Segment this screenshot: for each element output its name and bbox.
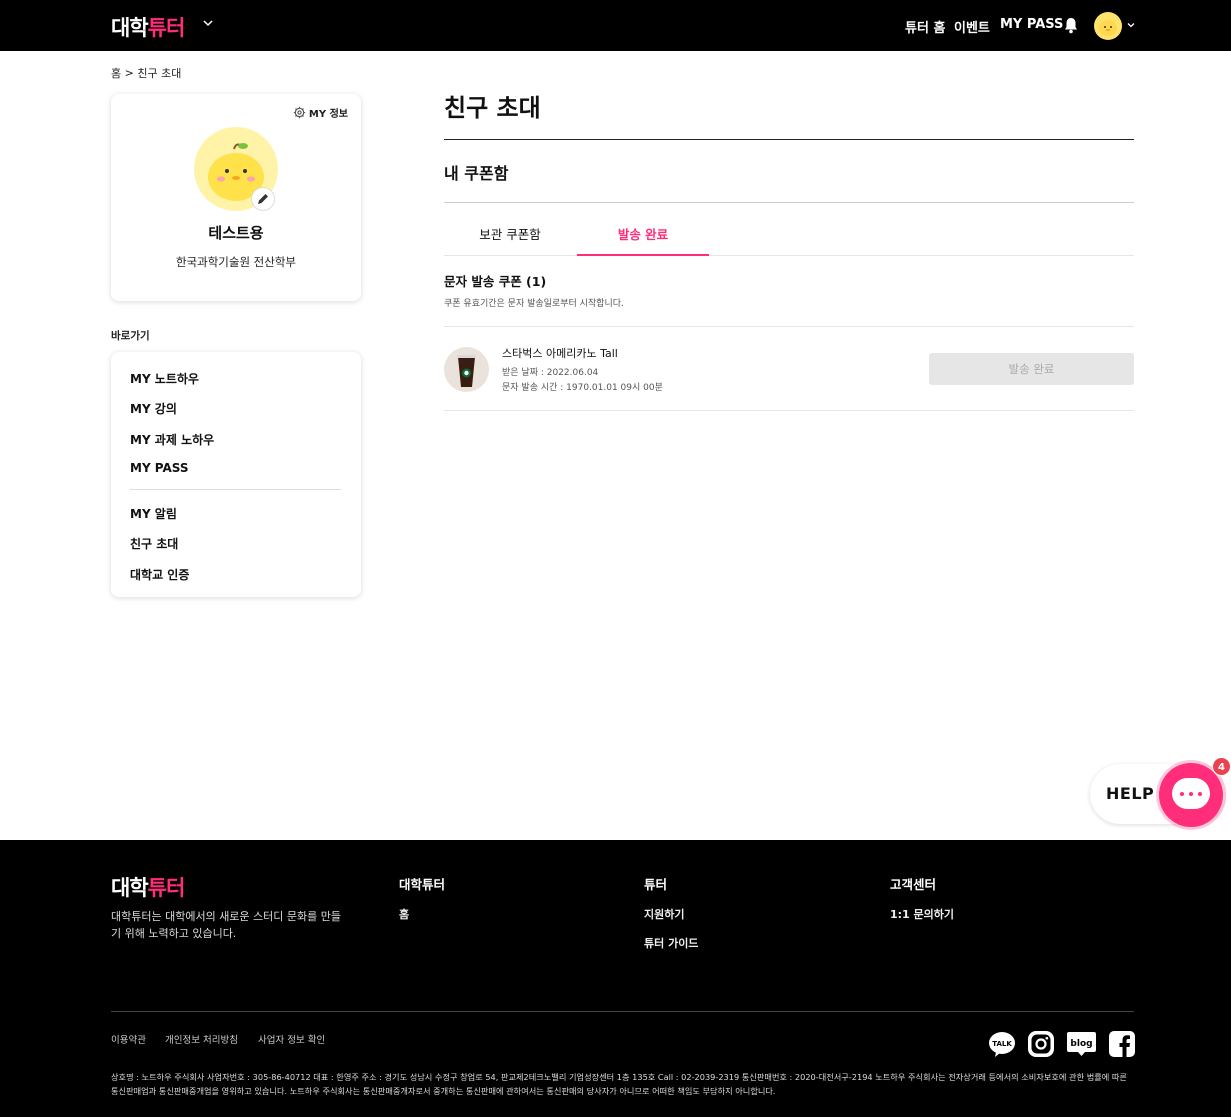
svg-text:TALK: TALK [992, 1040, 1012, 1048]
tab-sent-complete[interactable]: 발송 완료 [577, 224, 709, 243]
tab-divider [444, 255, 1134, 256]
page-title: 친구 초대 [444, 94, 541, 122]
subtitle-divider [444, 202, 1134, 203]
svg-text:blog: blog [1070, 1039, 1092, 1049]
coupon-image [444, 347, 489, 392]
company-info: 상호명 : 노트하우 주식회사 사업자번호 : 305-86-40712 대표 … [111, 1072, 1127, 1096]
menu-item-my-lecture[interactable]: MY 강의 [130, 400, 177, 417]
nav-tutor-home[interactable]: 튜터 홈 [905, 17, 945, 36]
section-title: 문자 발송 쿠폰 (1) [444, 274, 547, 289]
breadcrumb-current: 친구 초대 [137, 67, 182, 80]
shortcut-heading: 바로가기 [111, 330, 150, 342]
coupon-name: 스타벅스 아메리카노 Tall [502, 347, 618, 360]
footer-link-tutor-guide[interactable]: 튜터 가이드 [644, 935, 698, 951]
title-divider [444, 139, 1134, 140]
coupon-sent-time: 문자 발송 시간 : 1970.01.01 09시 00분 [502, 383, 663, 393]
footer-link-inquiry[interactable]: 1:1 문의하기 [890, 906, 954, 922]
footer-divider [111, 1011, 1134, 1012]
profile-name: 테스트용 [208, 224, 264, 242]
breadcrumb: 홈 > 친구 초대 [111, 65, 181, 81]
active-tab-indicator [577, 254, 709, 256]
menu-item-my-notehow[interactable]: MY 노트하우 [130, 370, 199, 387]
kakaotalk-icon[interactable]: TALK [988, 1030, 1016, 1058]
profile-card: MY 정보 테스트용 한국과학기술원 전산학부 [111, 94, 361, 301]
my-info-button[interactable]: MY 정보 [293, 105, 348, 120]
menu-item-invite-friend[interactable]: 친구 초대 [130, 535, 178, 552]
footer-link-privacy[interactable]: 개인정보 처리방침 [165, 1032, 238, 1046]
menu-item-my-pass[interactable]: MY PASS [130, 461, 189, 475]
menu-item-my-assignment[interactable]: MY 과제 노하우 [130, 431, 214, 448]
blog-icon[interactable]: blog [1066, 1030, 1097, 1058]
help-label: HELP [1106, 784, 1155, 803]
footer-col-title-daehaktutor: 대학튜터 [399, 877, 446, 892]
menu-item-my-alarm[interactable]: MY 알림 [130, 505, 177, 522]
nav-event[interactable]: 이벤트 [954, 17, 990, 36]
pencil-icon [258, 194, 268, 204]
help-chat-button[interactable]: HELP 4 [1090, 757, 1231, 827]
bell-icon[interactable] [1063, 17, 1079, 34]
logo[interactable]: 대학튜터 [111, 12, 185, 42]
menu-item-university-verify[interactable]: 대학교 인증 [130, 566, 189, 583]
footer-col-title-tutor: 튜터 [644, 877, 668, 892]
footer-link-terms[interactable]: 이용약관 [111, 1032, 146, 1046]
breadcrumb-home[interactable]: 홈 [111, 67, 121, 80]
top-nav-bar: 대학튜터 튜터 홈 이벤트 MY PASS [0, 0, 1231, 51]
nav-my-pass[interactable]: MY PASS [1000, 17, 1063, 32]
footer-logo[interactable]: 대학튜터 [111, 872, 185, 902]
gear-icon [293, 106, 306, 119]
footer-description: 대학튜터는 대학에서의 새로운 스터디 문화를 만들기 위해 노력하고 있습니다… [111, 910, 342, 940]
coupon-received-date: 받은 날짜 : 2022.06.04 [502, 368, 599, 378]
footer-col-title-support: 고객센터 [890, 877, 937, 892]
list-divider-top [444, 326, 1134, 327]
breadcrumb-separator: > [124, 66, 134, 80]
instagram-icon[interactable] [1027, 1030, 1055, 1058]
list-divider-bottom [444, 410, 1134, 411]
footer: 대학튜터 대학튜터는 대학에서의 새로운 스터디 문화를 만들기 위해 노력하고… [0, 840, 1231, 1117]
chevron-down-icon[interactable] [201, 16, 215, 30]
shortcut-menu: MY 노트하우 MY 강의 MY 과제 노하우 MY PASS MY 알림 친구… [111, 352, 361, 597]
footer-link-business-info[interactable]: 사업자 정보 확인 [258, 1032, 325, 1046]
tab-stored-coupons[interactable]: 보관 쿠폰함 [444, 224, 576, 243]
footer-link-home[interactable]: 홈 [399, 906, 409, 922]
facebook-icon[interactable] [1108, 1030, 1136, 1058]
chevron-down-icon[interactable] [1126, 20, 1136, 30]
notification-badge: 4 [1212, 757, 1231, 776]
menu-divider [130, 489, 341, 490]
section-note: 쿠폰 유효기간은 문자 발송일로부터 시작합니다. [444, 299, 624, 309]
edit-profile-button[interactable] [251, 187, 275, 211]
profile-school: 한국과학기술원 전산학부 [175, 255, 297, 269]
sent-complete-button[interactable]: 발송 완료 [929, 353, 1134, 385]
user-avatar[interactable] [1094, 12, 1122, 40]
footer-link-apply[interactable]: 지원하기 [644, 906, 684, 922]
coupon-box-title: 내 쿠폰함 [444, 164, 509, 183]
